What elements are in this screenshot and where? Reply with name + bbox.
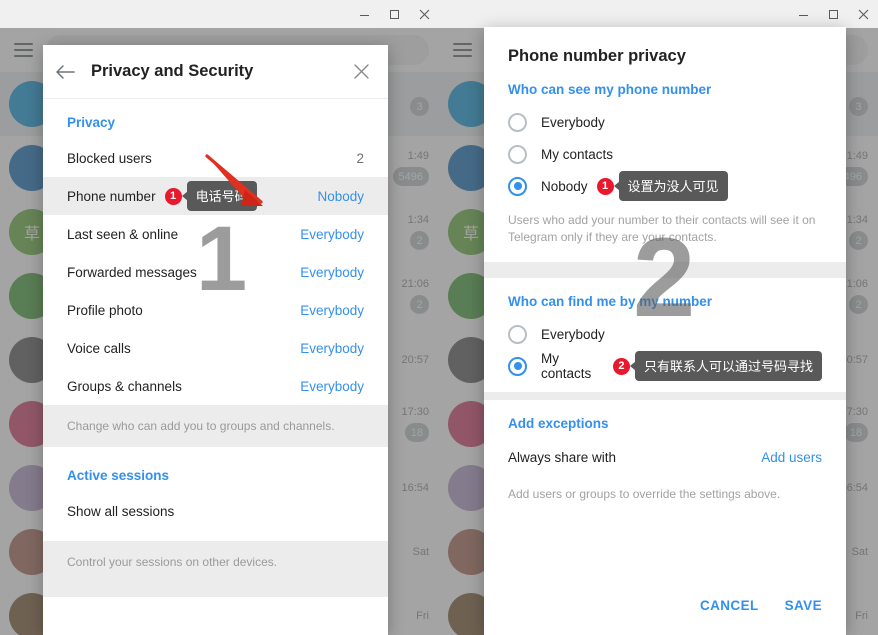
maximize-icon[interactable] (818, 1, 848, 27)
radio-option-label: Everybody (541, 114, 605, 130)
cancel-button[interactable]: CANCEL (700, 598, 759, 613)
privacy-row-value[interactable]: Everybody (300, 227, 364, 242)
radio-unselected-icon[interactable] (508, 144, 527, 164)
phone-number-privacy-dialog: Phone number privacy Who can see my phon… (484, 27, 846, 635)
page-title: Privacy and Security (91, 62, 254, 80)
privacy-section-title: Privacy (67, 115, 116, 130)
privacy-row-value[interactable]: Everybody (300, 379, 364, 394)
sessions-hint: Control your sessions on other devices. (43, 541, 388, 583)
active-sessions-link[interactable]: Active sessions (43, 457, 388, 493)
privacy-row-voice-calls[interactable]: Voice calls Everybody (43, 329, 388, 367)
minimize-icon[interactable] (349, 1, 379, 27)
step-1-tooltip: 电话号码 (186, 181, 257, 211)
close-icon[interactable] (848, 1, 878, 27)
add-exceptions-title: Add exceptions (508, 416, 609, 432)
radio-unselected-icon[interactable] (508, 324, 527, 344)
left-titlebar (0, 0, 439, 28)
who-can-find-title: Who can find me by my number (508, 294, 713, 310)
who-can-see-title: Who can see my phone number (508, 82, 712, 97)
privacy-row-label: Blocked users (67, 150, 152, 166)
privacy-row-label: Phone number (67, 188, 156, 204)
privacy-row-profile-photo[interactable]: Profile photo Everybody (43, 291, 388, 329)
privacy-row-value[interactable]: Everybody (300, 341, 364, 356)
privacy-settings-list: Blocked users 2 Phone number 1 电话号码 Nobody Las… (43, 139, 388, 405)
screenshot-root: Search 31:495496草1:34221:06220:5717:3018… (0, 0, 878, 635)
close-dialog-icon[interactable] (348, 64, 374, 79)
show-all-sessions-link[interactable]: Show all sessions (43, 493, 388, 529)
radio-unselected-icon[interactable] (508, 112, 527, 132)
privacy-row-forwarded-messages[interactable]: Forwarded messages Everybody (43, 253, 388, 291)
always-share-with-row[interactable]: Always share with Add users (484, 440, 846, 474)
step-2-annotation: 1 设置为没人可见 (596, 171, 728, 201)
step-2-badge: 1 (596, 177, 614, 195)
who-can-see-description: Users who add your number to their conta… (508, 213, 816, 245)
radio-option-my-contacts[interactable]: My contacts (484, 138, 846, 170)
step-3-tooltip: 只有联系人可以通过号码寻找 (634, 351, 822, 382)
privacy-row-value[interactable]: Everybody (300, 303, 364, 318)
step-1-badge: 1 (164, 187, 182, 205)
groups-channels-hint: Change who can add you to groups and cha… (43, 405, 388, 447)
radio-selected-icon[interactable] (508, 356, 527, 376)
step-3-annotation: 2 只有联系人可以通过号码寻找 (612, 351, 822, 382)
dialog-header: Privacy and Security (43, 45, 388, 99)
radio-option-everybody[interactable]: Everybody (484, 318, 846, 350)
privacy-and-security-dialog: Privacy and Security Privacy Blocked use… (43, 45, 388, 635)
step-1-annotation: 1 电话号码 (164, 181, 257, 211)
section-divider (484, 392, 846, 401)
privacy-row-value[interactable]: Nobody (317, 189, 364, 204)
radio-option-label: My contacts (541, 146, 614, 162)
maximize-icon[interactable] (379, 1, 409, 27)
privacy-row-phone-number[interactable]: Phone number 1 电话号码 Nobody (43, 177, 388, 215)
who-can-find-radio-group: Everybody My contacts 2 只有联系人可以通过号码寻找 (484, 318, 846, 382)
privacy-row-label: Last seen & online (67, 226, 179, 242)
radio-option-my-contacts[interactable]: My contacts 2 只有联系人可以通过号码寻找 (484, 350, 846, 382)
dialog-title: Phone number privacy (508, 47, 686, 65)
right-titlebar (439, 0, 878, 28)
privacy-row-label: Voice calls (67, 340, 131, 356)
radio-selected-icon[interactable] (508, 176, 527, 196)
privacy-row-last-seen-online[interactable]: Last seen & online Everybody (43, 215, 388, 253)
privacy-row-groups-channels[interactable]: Groups & channels Everybody (43, 367, 388, 405)
radio-option-everybody[interactable]: Everybody (484, 106, 846, 138)
back-arrow-icon[interactable] (55, 64, 89, 80)
who-can-see-radio-group: Everybody My contacts Nobody 1 设置为没人可见 (484, 106, 846, 202)
radio-option-label: Everybody (541, 326, 605, 342)
always-share-with-label: Always share with (508, 449, 617, 465)
dialog-actions: CANCEL SAVE (700, 598, 822, 613)
minimize-icon[interactable] (788, 1, 818, 27)
radio-option-nobody[interactable]: Nobody 1 设置为没人可见 (484, 170, 846, 202)
close-icon[interactable] (409, 1, 439, 27)
privacy-row-value[interactable]: 2 (356, 151, 364, 166)
save-button[interactable]: SAVE (785, 598, 822, 613)
privacy-row-value[interactable]: Everybody (300, 265, 364, 280)
radio-option-label: Nobody (541, 178, 588, 194)
section-divider (484, 262, 846, 279)
privacy-row-label: Forwarded messages (67, 264, 197, 280)
step-3-badge: 2 (612, 357, 630, 375)
exceptions-hint: Add users or groups to override the sett… (508, 487, 781, 502)
privacy-row-label: Groups & channels (67, 378, 182, 394)
privacy-row-label: Profile photo (67, 302, 143, 318)
left-window: Search 31:495496草1:34221:06220:5717:3018… (0, 0, 439, 635)
add-users-button[interactable]: Add users (761, 450, 822, 465)
privacy-row-blocked-users[interactable]: Blocked users 2 (43, 139, 388, 177)
step-2-tooltip: 设置为没人可见 (618, 171, 728, 201)
radio-option-label: My contacts (541, 351, 592, 382)
